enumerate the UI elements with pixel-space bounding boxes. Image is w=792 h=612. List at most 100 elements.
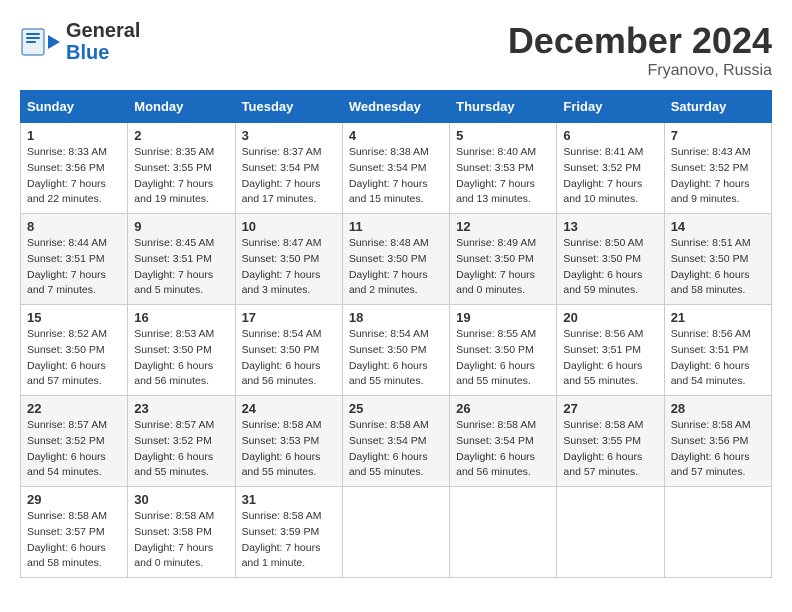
header-friday: Friday bbox=[557, 91, 664, 123]
calendar-cell: 7 Sunrise: 8:43 AMSunset: 3:52 PMDaylight… bbox=[664, 123, 771, 214]
month-title: December 2024 bbox=[508, 20, 772, 62]
day-number: 25 bbox=[349, 401, 443, 416]
day-number: 31 bbox=[242, 492, 336, 507]
day-info: Sunrise: 8:58 AMSunset: 3:53 PMDaylight:… bbox=[242, 418, 336, 481]
day-info: Sunrise: 8:58 AMSunset: 3:59 PMDaylight:… bbox=[242, 509, 336, 572]
day-info: Sunrise: 8:55 AMSunset: 3:50 PMDaylight:… bbox=[456, 327, 550, 390]
day-number: 26 bbox=[456, 401, 550, 416]
calendar-cell: 14 Sunrise: 8:51 AMSunset: 3:50 PMDayligh… bbox=[664, 214, 771, 305]
calendar-cell bbox=[450, 487, 557, 578]
day-info: Sunrise: 8:45 AMSunset: 3:51 PMDaylight:… bbox=[134, 236, 228, 299]
day-info: Sunrise: 8:35 AMSunset: 3:55 PMDaylight:… bbox=[134, 145, 228, 208]
calendar-cell: 15 Sunrise: 8:52 AMSunset: 3:50 PMDayligh… bbox=[21, 305, 128, 396]
title-block: December 2024 Fryanovo, Russia bbox=[508, 20, 772, 80]
day-number: 13 bbox=[563, 219, 657, 234]
day-number: 7 bbox=[671, 128, 765, 143]
calendar-cell: 20 Sunrise: 8:56 AMSunset: 3:51 PMDayligh… bbox=[557, 305, 664, 396]
header-sunday: Sunday bbox=[21, 91, 128, 123]
calendar-week-row-4: 22 Sunrise: 8:57 AMSunset: 3:52 PMDayligh… bbox=[21, 396, 772, 487]
day-info: Sunrise: 8:43 AMSunset: 3:52 PMDaylight:… bbox=[671, 145, 765, 208]
day-info: Sunrise: 8:41 AMSunset: 3:52 PMDaylight:… bbox=[563, 145, 657, 208]
calendar-cell: 31 Sunrise: 8:58 AMSunset: 3:59 PMDayligh… bbox=[235, 487, 342, 578]
day-number: 6 bbox=[563, 128, 657, 143]
calendar-cell: 27Sunrise: 8:58 AMSunset: 3:55 PMDayligh… bbox=[557, 396, 664, 487]
calendar-cell: 10 Sunrise: 8:47 AMSunset: 3:50 PMDayligh… bbox=[235, 214, 342, 305]
calendar-cell: 5 Sunrise: 8:40 AMSunset: 3:53 PMDaylight… bbox=[450, 123, 557, 214]
day-number: 1 bbox=[27, 128, 121, 143]
day-number: 30 bbox=[134, 492, 228, 507]
day-info: Sunrise: 8:54 AMSunset: 3:50 PMDaylight:… bbox=[349, 327, 443, 390]
day-info: Sunrise: 8:44 AMSunset: 3:51 PMDaylight:… bbox=[27, 236, 121, 299]
calendar-cell: 30 Sunrise: 8:58 AMSunset: 3:58 PMDayligh… bbox=[128, 487, 235, 578]
calendar-cell: 16 Sunrise: 8:53 AMSunset: 3:50 PMDayligh… bbox=[128, 305, 235, 396]
calendar-cell: 29Sunrise: 8:58 AMSunset: 3:57 PMDayligh… bbox=[21, 487, 128, 578]
calendar-cell: 18 Sunrise: 8:54 AMSunset: 3:50 PMDayligh… bbox=[342, 305, 449, 396]
day-number: 11 bbox=[349, 219, 443, 234]
day-info: Sunrise: 8:51 AMSunset: 3:50 PMDaylight:… bbox=[671, 236, 765, 299]
calendar-cell: 19 Sunrise: 8:55 AMSunset: 3:50 PMDayligh… bbox=[450, 305, 557, 396]
calendar-cell: 28 Sunrise: 8:58 AMSunset: 3:56 PMDayligh… bbox=[664, 396, 771, 487]
calendar-week-row-5: 29Sunrise: 8:58 AMSunset: 3:57 PMDayligh… bbox=[21, 487, 772, 578]
location: Fryanovo, Russia bbox=[508, 62, 772, 80]
day-number: 4 bbox=[349, 128, 443, 143]
calendar-cell: 17 Sunrise: 8:54 AMSunset: 3:50 PMDayligh… bbox=[235, 305, 342, 396]
calendar-cell: 25 Sunrise: 8:58 AMSunset: 3:54 PMDayligh… bbox=[342, 396, 449, 487]
day-number: 3 bbox=[242, 128, 336, 143]
calendar-cell: 1 Sunrise: 8:33 AMSunset: 3:56 PMDaylight… bbox=[21, 123, 128, 214]
calendar-cell: 3 Sunrise: 8:37 AMSunset: 3:54 PMDaylight… bbox=[235, 123, 342, 214]
day-info: Sunrise: 8:58 AMSunset: 3:56 PMDaylight:… bbox=[671, 418, 765, 481]
calendar-header-row: Sunday Monday Tuesday Wednesday Thursday… bbox=[21, 91, 772, 123]
day-info: Sunrise: 8:48 AMSunset: 3:50 PMDaylight:… bbox=[349, 236, 443, 299]
day-number: 5 bbox=[456, 128, 550, 143]
calendar-cell: 6 Sunrise: 8:41 AMSunset: 3:52 PMDaylight… bbox=[557, 123, 664, 214]
day-info: Sunrise: 8:54 AMSunset: 3:50 PMDaylight:… bbox=[242, 327, 336, 390]
day-number: 12 bbox=[456, 219, 550, 234]
calendar-cell: 8Sunrise: 8:44 AMSunset: 3:51 PMDaylight… bbox=[21, 214, 128, 305]
calendar-cell bbox=[557, 487, 664, 578]
day-info: Sunrise: 8:53 AMSunset: 3:50 PMDaylight:… bbox=[134, 327, 228, 390]
calendar-cell: 4 Sunrise: 8:38 AMSunset: 3:54 PMDaylight… bbox=[342, 123, 449, 214]
day-number: 2 bbox=[134, 128, 228, 143]
day-number: 21 bbox=[671, 310, 765, 325]
day-info: Sunrise: 8:37 AMSunset: 3:54 PMDaylight:… bbox=[242, 145, 336, 208]
calendar-cell: 9Sunrise: 8:45 AMSunset: 3:51 PMDaylight… bbox=[128, 214, 235, 305]
day-info: Sunrise: 8:57 AMSunset: 3:52 PMDaylight:… bbox=[134, 418, 228, 481]
header-tuesday: Tuesday bbox=[235, 91, 342, 123]
day-number: 16 bbox=[134, 310, 228, 325]
day-number: 15 bbox=[27, 310, 121, 325]
calendar-cell: 24Sunrise: 8:58 AMSunset: 3:53 PMDayligh… bbox=[235, 396, 342, 487]
calendar-cell: 2 Sunrise: 8:35 AMSunset: 3:55 PMDaylight… bbox=[128, 123, 235, 214]
day-info: Sunrise: 8:58 AMSunset: 3:55 PMDaylight:… bbox=[563, 418, 657, 481]
header-thursday: Thursday bbox=[450, 91, 557, 123]
calendar-cell: 23 Sunrise: 8:57 AMSunset: 3:52 PMDayligh… bbox=[128, 396, 235, 487]
logo: General Blue bbox=[20, 20, 140, 64]
calendar-cell: 11 Sunrise: 8:48 AMSunset: 3:50 PMDayligh… bbox=[342, 214, 449, 305]
day-number: 18 bbox=[349, 310, 443, 325]
day-number: 20 bbox=[563, 310, 657, 325]
day-info: Sunrise: 8:33 AMSunset: 3:56 PMDaylight:… bbox=[27, 145, 121, 208]
day-info: Sunrise: 8:38 AMSunset: 3:54 PMDaylight:… bbox=[349, 145, 443, 208]
header-saturday: Saturday bbox=[664, 91, 771, 123]
day-info: Sunrise: 8:40 AMSunset: 3:53 PMDaylight:… bbox=[456, 145, 550, 208]
day-info: Sunrise: 8:58 AMSunset: 3:57 PMDaylight:… bbox=[27, 509, 121, 572]
day-number: 28 bbox=[671, 401, 765, 416]
day-number: 23 bbox=[134, 401, 228, 416]
calendar-week-row-1: 1 Sunrise: 8:33 AMSunset: 3:56 PMDaylight… bbox=[21, 123, 772, 214]
calendar-week-row-2: 8Sunrise: 8:44 AMSunset: 3:51 PMDaylight… bbox=[21, 214, 772, 305]
day-info: Sunrise: 8:57 AMSunset: 3:52 PMDaylight:… bbox=[27, 418, 121, 481]
day-info: Sunrise: 8:58 AMSunset: 3:54 PMDaylight:… bbox=[349, 418, 443, 481]
day-number: 10 bbox=[242, 219, 336, 234]
day-info: Sunrise: 8:49 AMSunset: 3:50 PMDaylight:… bbox=[456, 236, 550, 299]
day-info: Sunrise: 8:52 AMSunset: 3:50 PMDaylight:… bbox=[27, 327, 121, 390]
calendar-cell: 22 Sunrise: 8:57 AMSunset: 3:52 PMDayligh… bbox=[21, 396, 128, 487]
day-number: 19 bbox=[456, 310, 550, 325]
calendar-cell: 12 Sunrise: 8:49 AMSunset: 3:50 PMDayligh… bbox=[450, 214, 557, 305]
day-number: 17 bbox=[242, 310, 336, 325]
day-info: Sunrise: 8:56 AMSunset: 3:51 PMDaylight:… bbox=[671, 327, 765, 390]
page-header: General Blue December 2024 Fryanovo, Rus… bbox=[20, 20, 772, 80]
day-number: 14 bbox=[671, 219, 765, 234]
day-number: 22 bbox=[27, 401, 121, 416]
day-info: Sunrise: 8:56 AMSunset: 3:51 PMDaylight:… bbox=[563, 327, 657, 390]
day-info: Sunrise: 8:47 AMSunset: 3:50 PMDaylight:… bbox=[242, 236, 336, 299]
day-info: Sunrise: 8:58 AMSunset: 3:58 PMDaylight:… bbox=[134, 509, 228, 572]
